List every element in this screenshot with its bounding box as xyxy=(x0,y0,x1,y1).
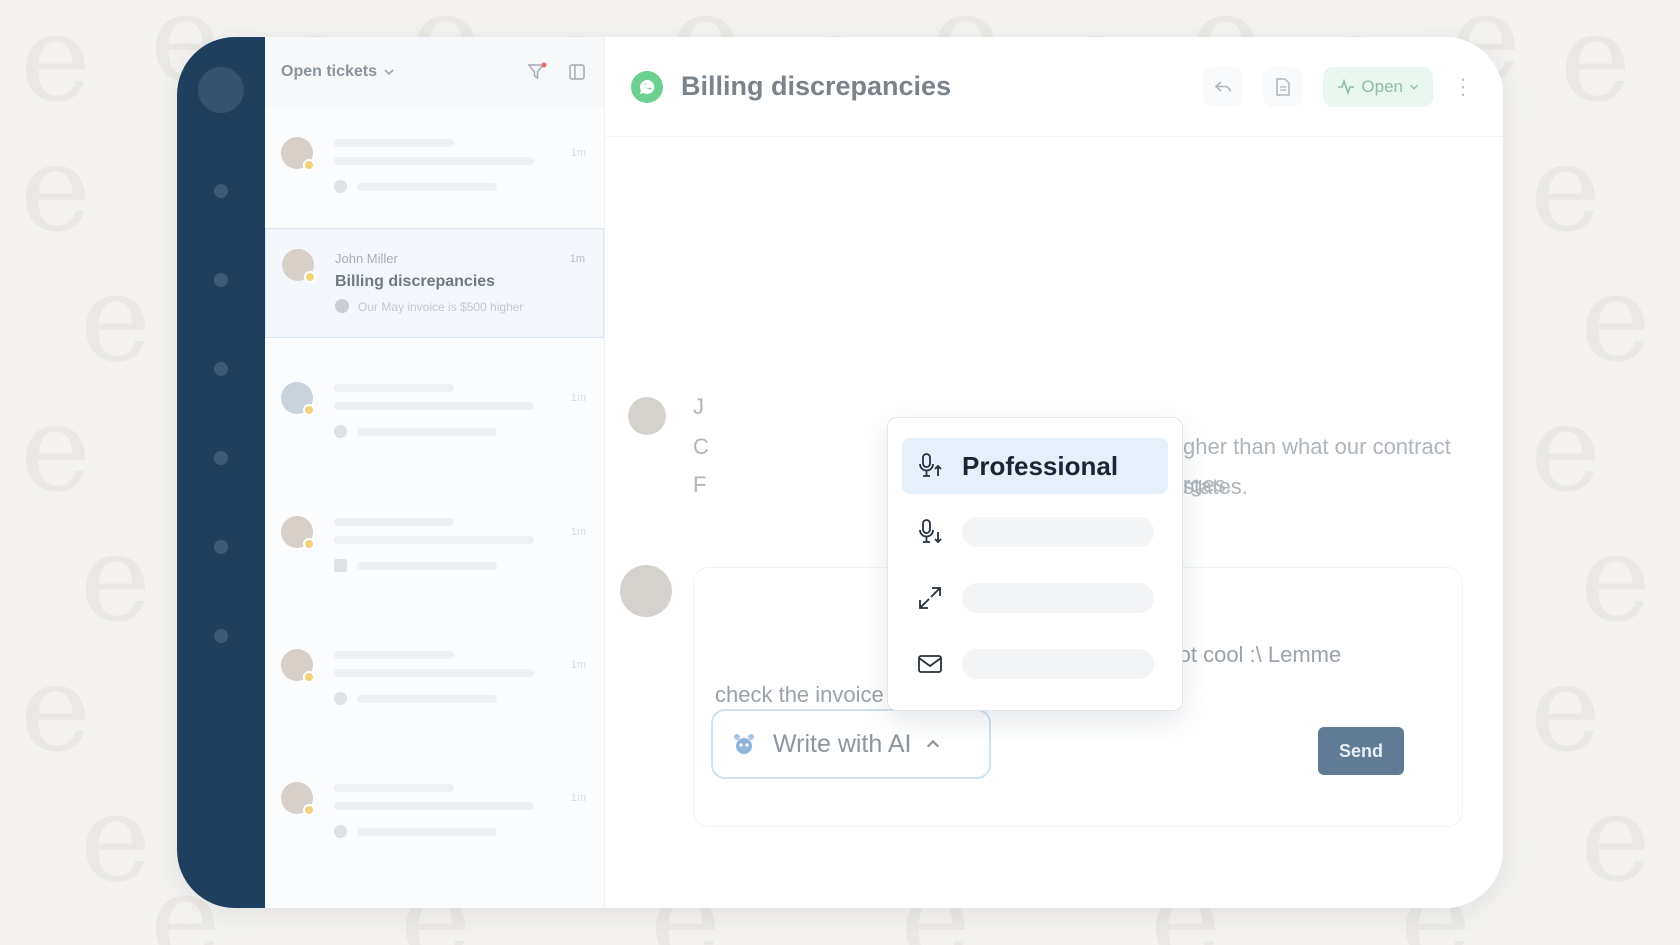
ticket-time: 1m xyxy=(570,526,586,538)
ticket-time: 1m xyxy=(570,792,586,804)
ticket-item[interactable]: 1m xyxy=(265,625,604,735)
customer-initial: F xyxy=(693,472,707,497)
customer-initial: J xyxy=(693,394,704,419)
option-placeholder xyxy=(962,517,1154,547)
mic-down-icon xyxy=(916,518,944,546)
ticket-filter-dropdown[interactable]: Open tickets xyxy=(281,63,395,81)
customer-initial: C xyxy=(693,434,709,459)
reply-icon xyxy=(1215,80,1232,92)
status-dropdown[interactable]: Open xyxy=(1323,66,1433,107)
length-option[interactable] xyxy=(902,570,1168,626)
status-badge xyxy=(304,271,316,283)
chevron-down-icon xyxy=(1410,84,1418,90)
whatsapp-icon xyxy=(335,299,349,313)
tone-option-label: Professional xyxy=(962,450,1119,481)
conversation-header: Billing discrepancies Open ⋮ xyxy=(605,37,1503,137)
whatsapp-icon xyxy=(631,70,663,103)
ticket-item-active[interactable]: John Miller Billing discrepancies Our Ma… xyxy=(265,228,604,338)
notes-button[interactable] xyxy=(1263,66,1304,107)
nav-rail xyxy=(177,37,265,908)
page-title: Billing discrepancies xyxy=(681,71,952,101)
filter-icon[interactable] xyxy=(526,61,548,83)
chevron-down-icon xyxy=(384,69,394,76)
status-label: Open xyxy=(1361,76,1403,96)
nav-item-2[interactable] xyxy=(214,273,228,287)
ticket-sender: John Miller xyxy=(335,251,398,266)
ticket-filter-label: Open tickets xyxy=(281,63,378,80)
write-with-ai-label: Write with AI xyxy=(773,729,912,758)
tone-option[interactable] xyxy=(902,504,1168,560)
ai-sparkle-icon xyxy=(734,734,754,754)
ticket-list-pane: Open tickets 1m John Miller Billing disc… xyxy=(265,37,605,908)
ticket-preview: Our May invoice is $500 higher xyxy=(358,300,524,314)
ticket-item[interactable]: 1m xyxy=(265,758,604,868)
status-badge xyxy=(303,159,315,171)
customer-message-line: rges. xyxy=(1183,472,1232,497)
chevron-up-icon xyxy=(927,739,940,748)
tone-option-professional[interactable]: Professional xyxy=(902,438,1168,494)
email-option[interactable] xyxy=(902,636,1168,692)
nav-item-3[interactable] xyxy=(214,362,228,376)
ticket-time: 1m xyxy=(569,253,585,265)
ai-tone-menu: Professional xyxy=(887,417,1183,711)
nav-item-6[interactable] xyxy=(214,629,228,643)
ticket-time: 1m xyxy=(570,659,586,671)
ticket-list-header: Open tickets xyxy=(265,37,604,107)
ticket-item[interactable]: 1m xyxy=(265,492,604,602)
ticket-item[interactable]: 1m xyxy=(265,113,604,223)
nav-item-4[interactable] xyxy=(214,451,228,465)
status-badge xyxy=(303,538,315,550)
avatar xyxy=(628,397,666,435)
document-icon xyxy=(1276,77,1291,96)
send-button[interactable]: Send xyxy=(1318,727,1404,775)
reply-button[interactable] xyxy=(1203,66,1244,107)
status-badge xyxy=(303,671,315,683)
option-placeholder xyxy=(962,649,1154,679)
more-menu-icon[interactable]: ⋮ xyxy=(1452,67,1474,107)
ticket-time: 1m xyxy=(570,392,586,404)
app-window: Open tickets 1m John Miller Billing disc… xyxy=(177,37,1503,908)
status-badge xyxy=(303,404,315,416)
activity-icon xyxy=(1338,77,1355,96)
status-badge xyxy=(303,804,315,816)
mail-icon xyxy=(916,650,944,678)
mic-up-icon xyxy=(916,452,944,480)
write-with-ai-button[interactable]: Write with AI xyxy=(711,709,991,779)
ticket-time: 1m xyxy=(570,147,586,159)
nav-item-5[interactable] xyxy=(214,540,228,554)
expand-icon xyxy=(916,584,944,612)
layout-toggle-icon[interactable] xyxy=(566,61,588,83)
nav-item-1[interactable] xyxy=(214,184,228,198)
app-logo[interactable] xyxy=(198,67,244,113)
agent-avatar xyxy=(620,565,672,617)
ticket-subject: Billing discrepancies xyxy=(335,273,496,290)
ticket-item[interactable]: 1m xyxy=(265,358,604,468)
option-placeholder xyxy=(962,583,1154,613)
